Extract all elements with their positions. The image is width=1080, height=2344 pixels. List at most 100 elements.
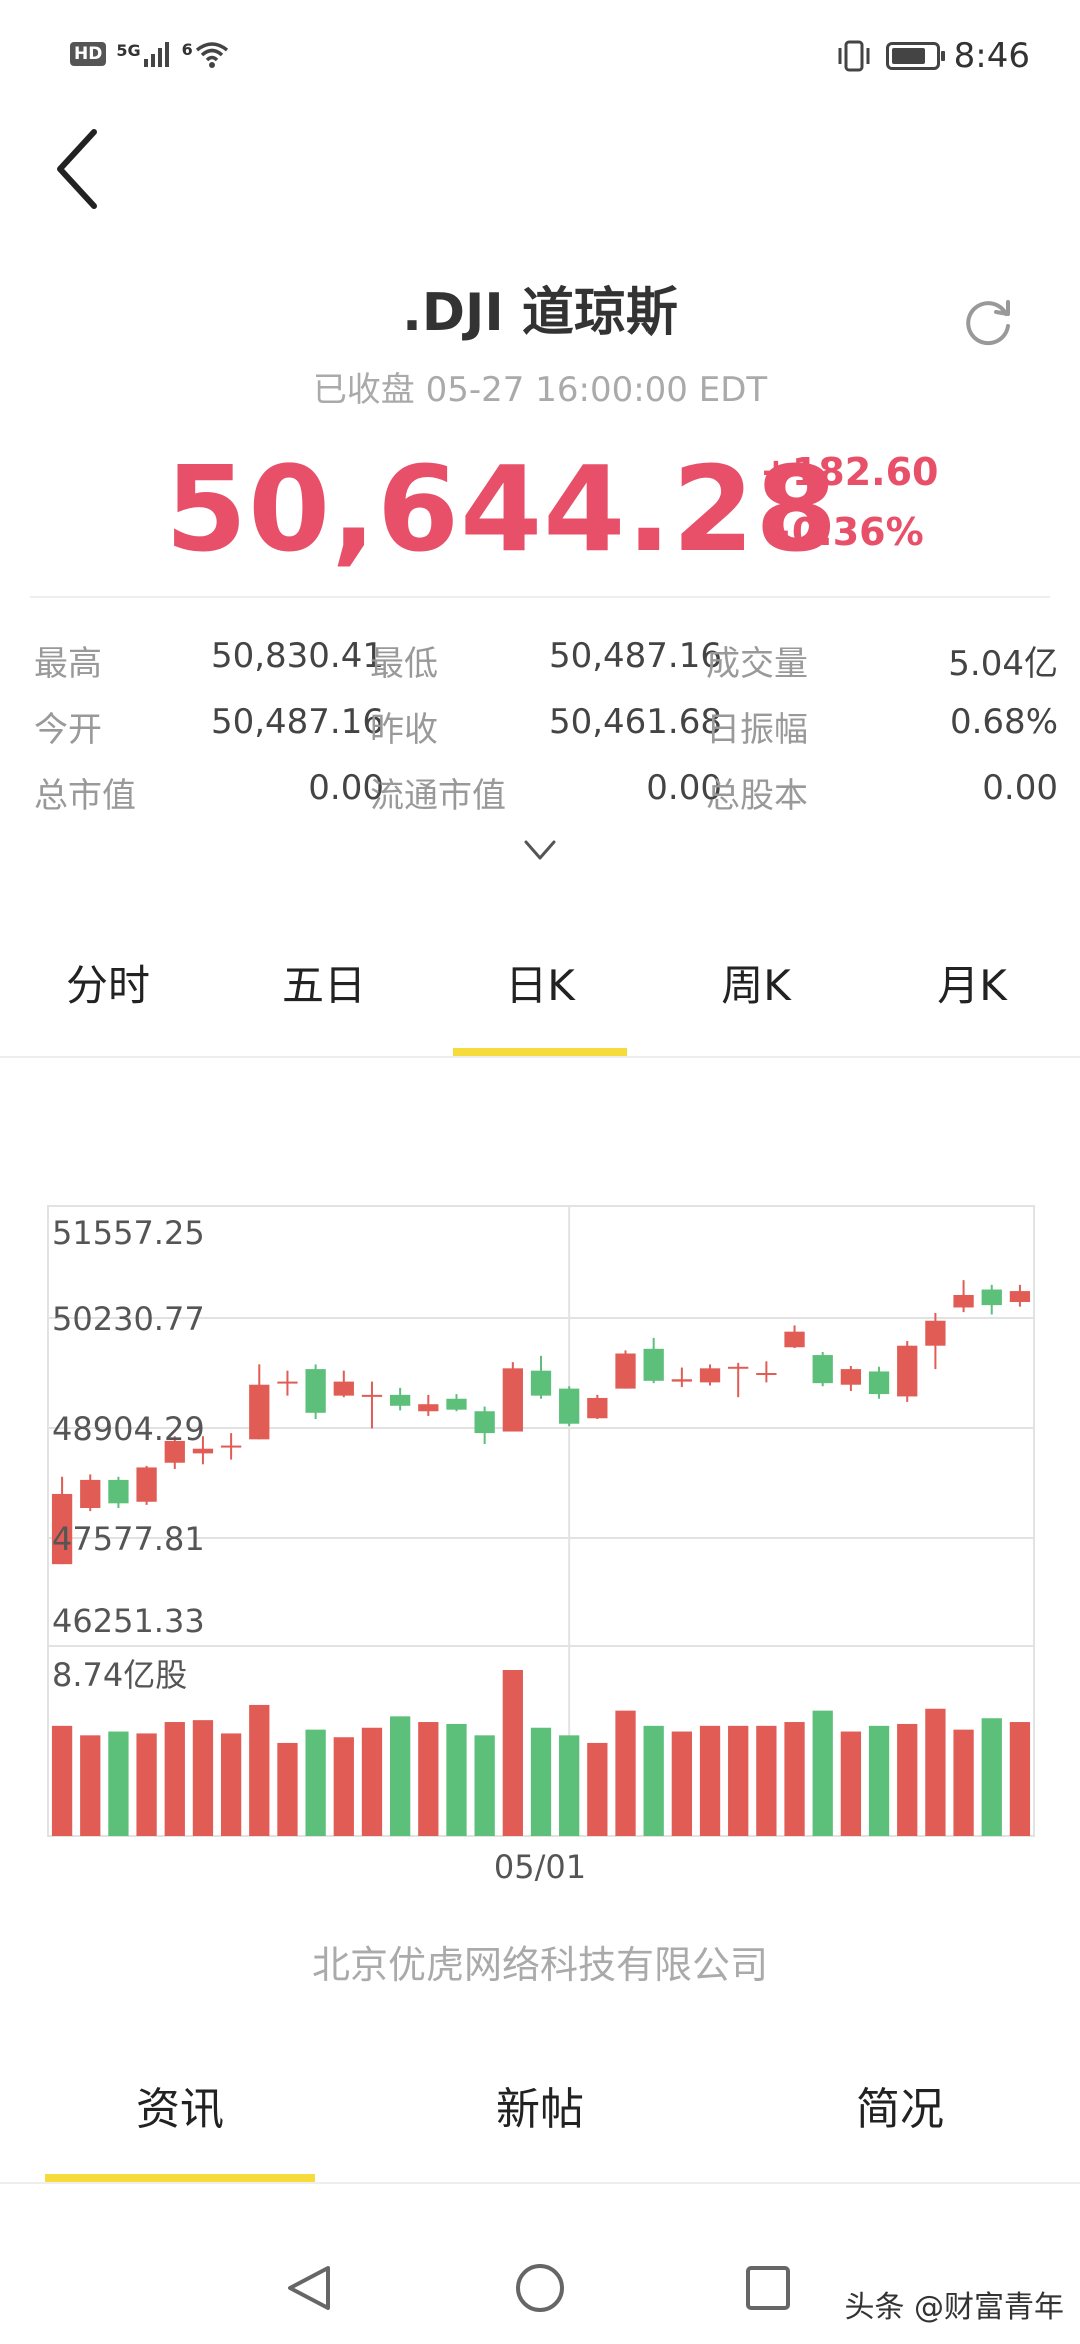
volume-bar — [530, 1727, 552, 1836]
volume-bar — [502, 1670, 523, 1836]
candle-body — [136, 1467, 157, 1502]
volume-bars — [51, 1670, 1031, 1836]
stat-label-open: 今开 — [34, 710, 102, 750]
tab-intraday[interactable]: 分时 — [0, 956, 216, 1056]
candle-body — [728, 1366, 749, 1369]
divider — [0, 2182, 1080, 2184]
stat-value-high: 50,830.41 — [210, 636, 384, 676]
volume-bar — [1009, 1722, 1031, 1836]
volume-bar — [136, 1733, 157, 1836]
triangle-back-icon — [288, 2266, 330, 2310]
candle-body — [1009, 1291, 1031, 1303]
network-type: 5G — [116, 41, 141, 60]
kline-chart[interactable]: 51557.25 50230.77 48904.29 47577.81 4625… — [0, 1200, 1080, 1894]
x-tick-label: 05/01 — [494, 1848, 586, 1886]
refresh-button[interactable] — [962, 294, 1018, 350]
volume-bar — [446, 1723, 467, 1836]
company-name: 北京优虎网络科技有限公司 — [311, 1943, 768, 1987]
watermark: 头条 @财富青年 — [844, 2290, 1064, 2325]
candle-body — [446, 1398, 467, 1410]
stat-label-prev-close: 昨收 — [370, 710, 438, 750]
volume-bar — [868, 1725, 890, 1836]
volume-bar — [699, 1725, 721, 1836]
candle-body — [305, 1369, 326, 1413]
divider — [0, 1056, 1080, 1058]
volume-bar — [418, 1722, 439, 1836]
candle-body — [699, 1368, 721, 1383]
candle-body — [559, 1388, 580, 1424]
candle-body — [390, 1394, 411, 1406]
volume-bar — [587, 1742, 608, 1836]
kline-chart-svg[interactable]: 51557.25 50230.77 48904.29 47577.81 4625… — [0, 1200, 1080, 1890]
candle-body — [981, 1289, 1002, 1306]
volume-bar — [981, 1718, 1002, 1836]
current-price: 50,644.28 — [165, 440, 839, 578]
volume-bar — [643, 1725, 664, 1836]
candle-body — [474, 1411, 495, 1434]
nav-back-button[interactable] — [288, 2266, 330, 2310]
volume-bar — [333, 1737, 354, 1836]
candle-body — [812, 1355, 833, 1384]
status-bar: HD 5G 6 8:46 — [0, 0, 1080, 120]
volume-bar — [728, 1725, 749, 1836]
volume-bar — [390, 1716, 411, 1836]
vibrate-icon — [838, 40, 870, 72]
tab-monthly-k[interactable]: 月K — [864, 956, 1080, 1056]
stat-label-high: 最高 — [34, 644, 102, 684]
tab-news[interactable]: 资讯 — [0, 2080, 360, 2184]
tab-weekly-k[interactable]: 周K — [648, 956, 864, 1056]
back-button[interactable] — [50, 124, 110, 214]
y-tick-label: 50230.77 — [52, 1300, 205, 1338]
volume-bar — [953, 1729, 974, 1836]
chevron-left-icon — [57, 129, 97, 209]
stat-value-open: 50,487.16 — [210, 702, 384, 742]
candle-body — [192, 1448, 214, 1454]
tab-daily-k[interactable]: 日K — [432, 956, 648, 1058]
tab-posts[interactable]: 新帖 — [360, 2080, 720, 2180]
volume-bar — [812, 1710, 833, 1836]
volume-max-label: 8.74亿股 — [52, 1656, 187, 1694]
candle-body — [897, 1345, 918, 1397]
battery-icon — [885, 42, 945, 70]
stat-value-total-shares: 0.00 — [982, 768, 1058, 808]
candle-body — [277, 1381, 298, 1384]
candle-body — [756, 1373, 777, 1376]
candle-body — [333, 1381, 354, 1396]
volume-bar — [192, 1720, 214, 1836]
volume-bar — [615, 1710, 636, 1836]
candle-body — [953, 1294, 974, 1308]
y-tick-label: 46251.33 — [52, 1602, 205, 1640]
y-tick-label: 48904.29 — [52, 1410, 205, 1448]
stat-label-total-shares: 总股本 — [706, 776, 808, 816]
circle-home-icon — [516, 2264, 564, 2312]
volume-bar — [756, 1725, 777, 1836]
stats-row: 最高 50,830.41 最低 50,487.16 成交量 5.04亿 — [34, 636, 1058, 702]
nav-recents-button[interactable] — [746, 2266, 790, 2310]
tab-five-day[interactable]: 五日 — [216, 956, 432, 1056]
tab-overview[interactable]: 简况 — [720, 2080, 1080, 2180]
expand-stats-button[interactable] — [520, 836, 560, 864]
candle-body — [108, 1479, 129, 1504]
candle-body — [530, 1370, 552, 1396]
price-change-percent: +0.36% — [760, 510, 924, 554]
chevron-down-icon — [524, 840, 556, 860]
volume-bar — [249, 1704, 270, 1836]
candle-body — [418, 1404, 439, 1412]
stat-label-volume: 成交量 — [706, 644, 808, 684]
nav-home-button[interactable] — [516, 2264, 564, 2312]
y-tick-label: 47577.81 — [52, 1520, 205, 1558]
stat-label-float-cap: 流通市值 — [370, 776, 506, 816]
candle-body — [925, 1320, 946, 1346]
stat-value-prev-close: 50,461.68 — [548, 702, 722, 742]
candle-body — [671, 1379, 692, 1382]
volume-bar — [108, 1731, 129, 1836]
market-status: 已收盘 05-27 16:00:00 EDT — [312, 370, 768, 410]
volume-bar — [840, 1731, 862, 1836]
volume-bar — [305, 1729, 326, 1836]
stat-value-volume: 5.04亿 — [948, 644, 1058, 684]
candle-body — [868, 1371, 890, 1395]
volume-bar — [220, 1733, 242, 1836]
hd-badge: HD — [70, 42, 107, 66]
volume-bar — [925, 1708, 946, 1836]
volume-bar — [164, 1722, 185, 1836]
